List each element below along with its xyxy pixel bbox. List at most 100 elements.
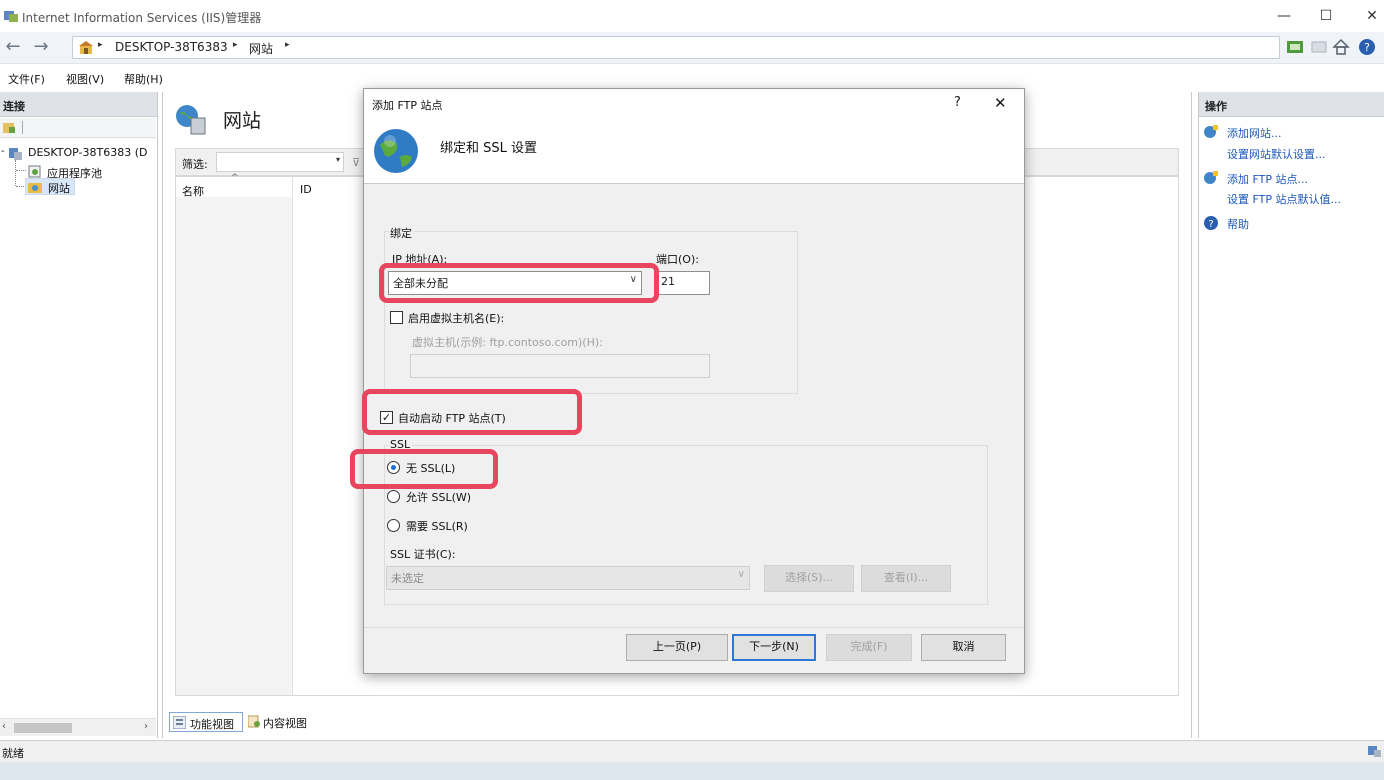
- ssl-cert-label: SSL 证书(C):: [390, 548, 456, 561]
- column-header-id[interactable]: ID: [300, 183, 312, 196]
- filter-input[interactable]: ▾: [216, 152, 344, 172]
- connections-title: 连接: [0, 92, 157, 117]
- breadcrumb-sites[interactable]: 网站: [249, 40, 273, 57]
- set-website-defaults-link[interactable]: 设置网站默认设置...: [1227, 146, 1326, 162]
- ssl-cert-select[interactable]: 未选定 ∨: [386, 566, 750, 590]
- title-bar: Internet Information Services (IIS)管理器 —…: [0, 0, 1384, 32]
- finish-button[interactable]: 完成(F): [826, 634, 912, 661]
- allow-ssl-label: 允许 SSL(W): [406, 491, 472, 504]
- left-horizontal-scrollbar[interactable]: ‹ ›: [0, 718, 156, 736]
- menu-file[interactable]: 文件(F): [8, 71, 45, 87]
- virtual-host-input[interactable]: [410, 354, 710, 378]
- menu-view[interactable]: 视图(V): [66, 71, 104, 87]
- menu-help[interactable]: 帮助(H): [124, 71, 163, 87]
- sort-indicator: ^: [231, 173, 239, 183]
- binding-group-title: 绑定: [388, 225, 414, 241]
- help-link[interactable]: 帮助: [1227, 216, 1249, 232]
- back-arrow-icon[interactable]: ←: [2, 37, 24, 59]
- tab-content-view-label: 内容视图: [263, 717, 307, 730]
- allow-ssl-radio[interactable]: [387, 490, 400, 503]
- breadcrumb-separator: ▸: [98, 40, 103, 50]
- previous-button[interactable]: 上一页(P): [626, 634, 728, 661]
- sites-globe-icon: [176, 105, 206, 135]
- tab-features-view[interactable]: 功能视图: [169, 712, 243, 732]
- actions-title: 操作: [1199, 92, 1384, 117]
- home-page-icon[interactable]: [1332, 38, 1350, 56]
- toolbar-divider: [22, 121, 23, 134]
- virtual-host-hint: 虚拟主机(示例: ftp.contoso.com)(H):: [412, 336, 603, 349]
- scroll-left-icon[interactable]: ‹: [2, 721, 6, 732]
- help-circle-icon: ?: [1204, 216, 1218, 230]
- address-row: ← → ▸ DESKTOP-38T6383 ▸ 网站 ▸ ?: [0, 32, 1384, 64]
- port-label: 端口(O):: [656, 253, 699, 266]
- dialog-close-button[interactable]: ✕: [994, 94, 1007, 112]
- tree-item-sites[interactable]: 网站: [25, 178, 75, 195]
- cancel-button[interactable]: 取消: [921, 634, 1006, 661]
- status-bar: 就绪: [0, 740, 1384, 762]
- connect-icon[interactable]: [2, 121, 16, 135]
- scroll-right-icon[interactable]: ›: [144, 721, 148, 732]
- breadcrumb-separator: ▸: [285, 40, 290, 50]
- dialog-heading: 绑定和 SSL 设置: [440, 141, 538, 156]
- virtual-host-checkbox[interactable]: [390, 311, 403, 324]
- ssl-cert-value: 未选定: [391, 572, 424, 585]
- filter-go-icon[interactable]: ⊽: [352, 156, 360, 169]
- add-ftp-site-link[interactable]: 添加 FTP 站点...: [1227, 171, 1308, 187]
- add-website-icon: [1204, 125, 1218, 138]
- next-button[interactable]: 下一步(N): [732, 634, 816, 661]
- window-title: Internet Information Services (IIS)管理器: [22, 11, 262, 25]
- scrollbar-thumb[interactable]: [14, 723, 72, 733]
- highlight-no-ssl: [350, 449, 498, 489]
- svg-text:?: ?: [1364, 41, 1370, 54]
- server-icon: [9, 148, 22, 160]
- port-input[interactable]: 21: [656, 271, 710, 295]
- dialog-help-button[interactable]: ?: [954, 95, 961, 110]
- stop-icon[interactable]: [1310, 38, 1328, 56]
- breadcrumb-separator: ▸: [233, 40, 238, 50]
- require-ssl-radio[interactable]: [387, 519, 400, 532]
- forward-arrow-icon[interactable]: →: [30, 37, 52, 59]
- help-icon[interactable]: ?: [1358, 38, 1376, 56]
- app-pool-icon: [28, 165, 41, 178]
- require-ssl-label: 需要 SSL(R): [406, 520, 468, 533]
- tree-line: [15, 160, 16, 186]
- chevron-down-icon: ∨: [737, 569, 745, 580]
- address-bar[interactable]: ▸ DESKTOP-38T6383 ▸ 网站 ▸: [72, 36, 1280, 59]
- status-text: 就绪: [2, 747, 24, 760]
- dialog-header: 添加 FTP 站点 ? ✕ 绑定和 SSL 设置: [364, 89, 1024, 184]
- minimize-button[interactable]: —: [1264, 4, 1304, 28]
- home-icon: [79, 41, 93, 54]
- maximize-button[interactable]: ☐: [1306, 4, 1346, 28]
- list-column-name: [176, 197, 292, 695]
- iis-app-icon: [4, 11, 18, 22]
- connections-panel: 连接 - DESKTOP-38T6383 (D 应用程序池 网站 ‹ ›: [0, 92, 158, 738]
- set-ftp-defaults-link[interactable]: 设置 FTP 站点默认值...: [1227, 191, 1341, 207]
- menu-bar: 文件(F) 视图(V) 帮助(H): [0, 66, 1384, 90]
- footer-divider: [364, 627, 1024, 628]
- bottom-strip: [0, 762, 1384, 780]
- sites-folder-icon: [28, 183, 42, 193]
- network-status-icon: [1368, 746, 1381, 757]
- filter-dropdown-icon[interactable]: ▾: [336, 155, 340, 164]
- content-view-icon: [248, 715, 260, 728]
- add-ftp-site-icon: [1204, 171, 1218, 184]
- add-website-link[interactable]: 添加网站...: [1227, 125, 1282, 141]
- dialog-title: 添加 FTP 站点: [372, 99, 443, 112]
- actions-panel: 操作 添加网站... 设置网站默认设置... 添加 FTP 站点... 设置 F…: [1198, 92, 1384, 738]
- column-divider: [292, 177, 293, 695]
- breadcrumb-server[interactable]: DESKTOP-38T6383: [115, 40, 228, 54]
- connections-toolbar: [0, 118, 156, 138]
- close-window-button[interactable]: ✕: [1352, 4, 1384, 28]
- refresh-icon[interactable]: [1286, 38, 1304, 56]
- globe-icon: [374, 129, 418, 173]
- add-ftp-site-dialog: 添加 FTP 站点 ? ✕ 绑定和 SSL 设置 绑定 IP 地址(A): 全部…: [350, 88, 1025, 674]
- page-title: 网站: [223, 110, 262, 132]
- ssl-select-button[interactable]: 选择(S)...: [764, 565, 854, 592]
- tab-features-view-label: 功能视图: [190, 718, 234, 731]
- tree-item-server[interactable]: DESKTOP-38T6383 (D: [28, 146, 147, 159]
- ssl-view-button[interactable]: 查看(I)...: [861, 565, 951, 592]
- virtual-host-label: 启用虚拟主机名(E):: [408, 312, 505, 325]
- highlight-ip-box: [379, 263, 659, 303]
- tree-collapse-icon[interactable]: -: [1, 146, 5, 157]
- tab-content-view[interactable]: 内容视图: [245, 712, 319, 732]
